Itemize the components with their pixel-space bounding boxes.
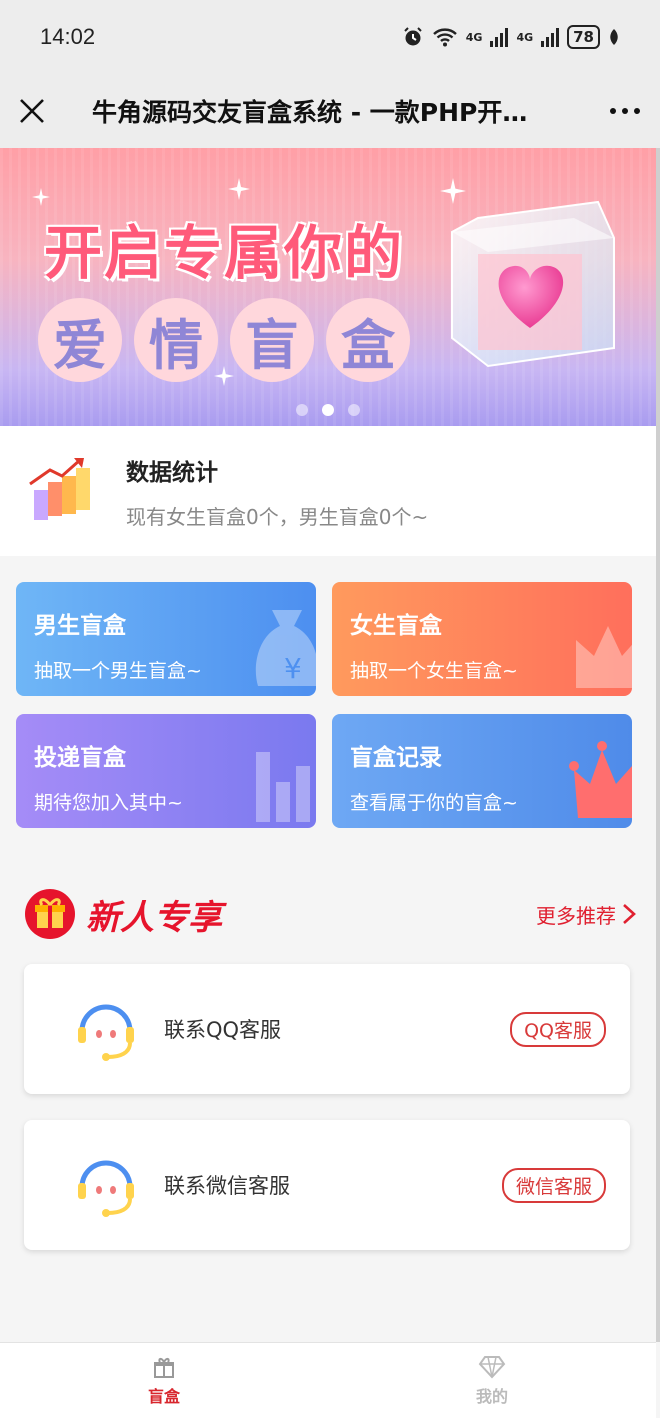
banner-headline: 开启专属你的 xyxy=(44,219,405,287)
heart-cube-image xyxy=(451,200,615,368)
signal-icon-2 xyxy=(541,27,560,47)
battery-indicator: 78 xyxy=(567,25,600,49)
status-icons: 4G 4G 78 xyxy=(402,25,620,49)
signal-icon xyxy=(490,27,509,47)
qq-service-button[interactable]: QQ客服 xyxy=(510,1011,606,1047)
service-label: 联系微信客服 xyxy=(164,1174,290,1198)
banner-char: 盲 xyxy=(230,298,314,382)
banner-carousel[interactable]: 开启专属你的 爱 情 盲 盒 xyxy=(0,148,656,426)
close-button[interactable] xyxy=(0,74,64,148)
more-dot-icon xyxy=(610,108,616,114)
page-title: 牛角源码交友盲盒系统 - 一款PHP开… xyxy=(92,98,528,127)
stats-panel: 数据统计 现有女生盲盒0个，男生盲盒0个~ xyxy=(0,426,656,556)
carousel-dot[interactable] xyxy=(348,404,360,416)
tab-blind-box[interactable]: 盲盒 xyxy=(0,1343,328,1418)
network-label: 4G xyxy=(465,30,483,44)
chevron-right-icon xyxy=(623,904,636,924)
tab-label: 盲盒 xyxy=(147,1386,180,1406)
leaf-icon xyxy=(610,29,618,45)
crown-icon xyxy=(576,626,632,688)
more-button[interactable] xyxy=(590,74,660,148)
alarm-icon xyxy=(404,27,422,46)
banner-char: 情 xyxy=(134,298,218,382)
tab-label: 我的 xyxy=(475,1386,508,1406)
gift-icon xyxy=(25,889,75,939)
carousel-dot-active[interactable] xyxy=(322,404,334,416)
headset-icon xyxy=(78,1160,134,1217)
headset-icon xyxy=(78,1004,134,1061)
status-bar: 14:02 4G 4G 78 xyxy=(0,0,660,74)
female-box-card[interactable]: 女生盲盒 抽取一个女生盲盒~ xyxy=(332,582,632,696)
banner-subheadline: 爱 情 盲 盒 xyxy=(38,298,410,382)
sparkle-icon xyxy=(32,188,50,206)
more-recommend-link[interactable]: 更多推荐 xyxy=(536,900,636,929)
wechat-service-item[interactable]: 联系微信客服 微信客服 xyxy=(24,1120,630,1250)
sparkle-icon xyxy=(228,178,250,200)
chart-icon xyxy=(256,752,310,822)
male-box-card[interactable]: 男生盲盒 抽取一个男生盲盒~ ¥ xyxy=(16,582,316,696)
carousel-dots xyxy=(0,404,656,416)
money-bag-icon: ¥ xyxy=(255,610,316,686)
banner-char: 爱 xyxy=(38,298,122,382)
stats-subtitle: 现有女生盲盒0个，男生盲盒0个~ xyxy=(126,504,429,529)
banner-char: 盒 xyxy=(326,298,410,382)
gift-icon xyxy=(154,1357,174,1378)
status-time: 14:02 xyxy=(40,24,96,49)
network-label-2: 4G xyxy=(516,30,534,44)
crown-icon xyxy=(569,741,632,818)
carousel-dot[interactable] xyxy=(296,404,308,416)
diamond-icon xyxy=(478,1355,506,1378)
bar-chart-icon xyxy=(29,458,90,520)
box-record-card[interactable]: 盲盒记录 查看属于你的盲盒~ xyxy=(332,714,632,828)
more-dot-icon xyxy=(622,108,628,114)
submit-box-card[interactable]: 投递盲盒 期待您加入其中~ xyxy=(16,714,316,828)
wechat-service-button[interactable]: 微信客服 xyxy=(501,1167,606,1203)
wifi-icon xyxy=(432,28,457,47)
section-title: 新人专享 xyxy=(86,897,222,938)
bottom-tab-bar: 盲盒 我的 xyxy=(0,1342,656,1418)
stats-title: 数据统计 xyxy=(126,459,218,486)
nav-bar: 牛角源码交友盲盒系统 - 一款PHP开… xyxy=(0,74,660,148)
tab-mine[interactable]: 我的 xyxy=(328,1343,656,1418)
service-label: 联系QQ客服 xyxy=(164,1018,282,1042)
new-user-section-header: 新人专享 更多推荐 xyxy=(24,884,636,944)
more-dot-icon xyxy=(634,108,640,114)
close-icon xyxy=(20,99,44,123)
svg-text:¥: ¥ xyxy=(284,652,302,685)
scrollbar[interactable] xyxy=(656,148,660,1342)
qq-service-item[interactable]: 联系QQ客服 QQ客服 xyxy=(24,964,630,1094)
more-recommend-label: 更多推荐 xyxy=(536,903,616,928)
